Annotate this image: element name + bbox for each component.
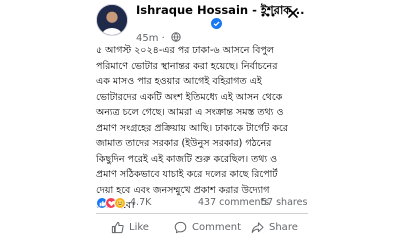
comments-count[interactable]: 437 comments [198,197,269,209]
author-name[interactable]: Ishraque Hossain - ইশরাক... [136,3,336,17]
thumbs-up-icon [111,221,124,233]
avatar-image [97,5,127,35]
like-button[interactable]: Like [111,218,149,236]
comment-label: Comment [192,221,241,233]
stats-divider [96,213,308,214]
care-reaction-icon [114,197,126,209]
globe-icon [171,32,181,42]
post-header: Ishraque Hossain - ইশরাক... 45m · [0,0,400,44]
share-button[interactable]: Share [251,218,298,236]
like-label: Like [129,221,149,233]
comment-bubble-icon [174,221,187,233]
shares-count[interactable]: 57 shares [261,197,307,209]
share-arrow-icon [251,221,264,233]
author-avatar[interactable] [96,4,128,36]
post-actions-bar: Like Comment Share [96,218,308,236]
reaction-count: 4.7K [130,197,152,208]
verified-badge-icon [211,18,222,29]
share-label: Share [269,221,298,233]
reactions-summary[interactable]: 4.7K [96,197,151,209]
close-icon[interactable] [286,6,300,20]
post-body-text: ৫ আগস্ট ২০২৪-এর পর ঢাকা-৬ আসনে বিপুল পরি… [96,45,288,211]
more-icon[interactable] [260,10,276,20]
post-stats: 4.7K 437 comments 57 shares [96,197,308,211]
comment-button[interactable]: Comment [174,218,241,236]
